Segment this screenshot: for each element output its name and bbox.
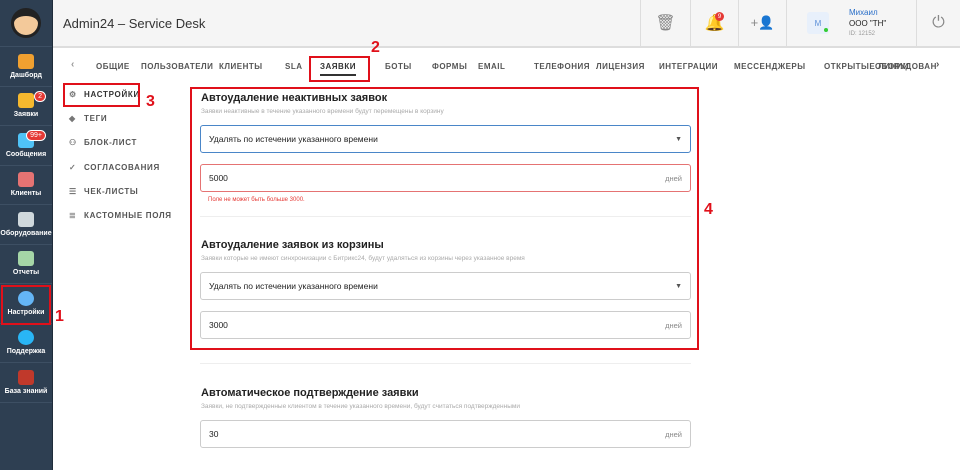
annotation-label-3: 3 <box>146 93 155 110</box>
user-id: ID: 12152 <box>849 30 876 37</box>
annotation-label-1: 1 <box>55 308 64 325</box>
tab-13[interactable]: ОБОРУДОВАН <box>875 62 937 71</box>
days-input[interactable]: 30 дней <box>200 420 691 448</box>
user-company: ООО "ТН" <box>849 18 887 28</box>
logout-icon: ⏻ <box>932 14 945 31</box>
tab-3[interactable]: SLA <box>285 62 303 71</box>
subnav-label: ТЕГИ <box>84 114 108 124</box>
sidebar-item-4[interactable]: Оборудование <box>0 205 52 245</box>
sidebar-item-label: Клиенты <box>10 190 42 198</box>
tabs-prev-button[interactable]: ‹ <box>71 59 75 70</box>
notifications-badge: 9 <box>715 12 724 21</box>
sidebar-item-2[interactable]: Сообщения 99+ <box>0 126 52 166</box>
tab-10[interactable]: ИНТЕГРАЦИИ <box>659 62 718 71</box>
annotation-label-2: 2 <box>371 39 380 56</box>
tab-6[interactable]: ФОРМЫ <box>432 62 467 71</box>
sidebar-item-label: Отчеты <box>12 269 40 277</box>
subnav-item-5[interactable]: ≣ КАСТОМНЫЕ ПОЛЯ <box>63 211 172 220</box>
custom-fields-icon: ≣ <box>69 211 77 220</box>
user-profile[interactable]: M Михаил ООО "ТН" ID: 12152 <box>786 0 916 46</box>
subnav-item-2[interactable]: ⚇ БЛОК-ЛИСТ <box>63 138 137 147</box>
divider <box>200 363 691 364</box>
unit-label: дней <box>665 429 682 439</box>
annotation-box-4 <box>190 87 699 350</box>
avatar-face-icon <box>11 8 41 38</box>
user-avatar: M <box>807 12 829 34</box>
checklist-icon: ☰ <box>69 186 77 196</box>
dashboard-icon <box>18 53 34 69</box>
add-user-icon: +👤 <box>750 15 775 30</box>
tab-8[interactable]: ТЕЛЕФОНИЯ <box>534 62 590 71</box>
sidebar-item-7[interactable]: Поддержка <box>0 324 52 363</box>
annotation-box-1 <box>1 285 51 325</box>
help-icon <box>18 330 34 346</box>
sidebar-item-label: Заявки <box>13 111 39 119</box>
subnav-item-4[interactable]: ☰ ЧЕК-ЛИСТЫ <box>63 187 138 196</box>
tab-11[interactable]: МЕССЕНДЖЕРЫ <box>734 62 806 71</box>
block-list-icon: ⚇ <box>69 138 77 148</box>
equipment-icon <box>18 211 34 227</box>
logo-avatar[interactable] <box>0 0 52 47</box>
app-title: Admin24 – Service Desk <box>63 16 206 31</box>
section-title: Автоматическое подтверждение заявки <box>201 387 419 399</box>
tab-1[interactable]: ПОЛЬЗОВАТЕЛИ <box>141 62 213 71</box>
subnav-item-1[interactable]: ◆ ТЕГИ <box>63 114 107 123</box>
sidebar-item-label: Поддержка <box>6 348 46 356</box>
subnav-label: СОГЛАСОВАНИЯ <box>84 162 160 172</box>
annotation-box-2 <box>309 56 370 82</box>
sidebar: Дашборд Заявки 2 Сообщения 99+ Клиенты Оборудо… <box>0 0 53 470</box>
approval-icon: ✓ <box>69 162 77 172</box>
user-name[interactable]: Михаил <box>849 7 886 18</box>
add-user-button[interactable]: +👤 <box>738 0 786 46</box>
tag-icon: ◆ <box>69 114 76 124</box>
subnav-label: ЧЕК-ЛИСТЫ <box>84 186 139 196</box>
megaphone-icon <box>18 93 34 109</box>
tab-5[interactable]: БОТЫ <box>385 62 412 71</box>
sidebar-item-label: Оборудование <box>0 229 52 237</box>
section-description: Заявки, не подтвержденные клиентом в теч… <box>201 403 520 410</box>
tab-7[interactable]: EMAIL <box>478 62 505 71</box>
logout-button[interactable]: ⏻ <box>916 0 960 46</box>
subnav-item-3[interactable]: ✓ СОГЛАСОВАНИЯ <box>63 163 160 172</box>
clients-icon <box>18 172 34 188</box>
sidebar-item-label: Сообщения <box>5 150 47 158</box>
book-icon <box>18 369 34 385</box>
online-status-icon <box>824 28 828 32</box>
sidebar-badge: 99+ <box>26 130 46 141</box>
tab-0[interactable]: ОБЩИЕ <box>96 62 130 71</box>
tab-9[interactable]: ЛИЦЕНЗИЯ <box>596 62 645 71</box>
sidebar-item-label: Дашборд <box>10 71 42 79</box>
notifications-button[interactable]: 🔔 9 <box>690 0 738 46</box>
settings-tabs: ‹ ОБЩИЕ ПОЛЬЗОВАТЕЛИ КЛИЕНТЫ SLA ЗАЯВКИ БОТЫ Ф… <box>53 58 960 78</box>
sidebar-item-0[interactable]: Дашборд <box>0 47 52 87</box>
sidebar-item-8[interactable]: База знаний <box>0 363 52 403</box>
reports-icon <box>18 251 34 267</box>
annotation-box-3 <box>63 83 140 107</box>
sidebar-item-5[interactable]: Отчеты <box>0 245 52 284</box>
sidebar-item-1[interactable]: Заявки 2 <box>0 87 52 126</box>
subnav-label: КАСТОМНЫЕ ПОЛЯ <box>84 211 172 220</box>
sidebar-item-label: База знаний <box>4 387 48 395</box>
trash-icon: 🗑 <box>655 15 676 32</box>
tabs-next-button[interactable]: › <box>936 59 940 70</box>
header: Admin24 – Service Desk 🗑 🔔 9 +👤 M Михаил … <box>53 0 960 48</box>
sidebar-item-3[interactable]: Клиенты <box>0 166 52 205</box>
annotation-label-4: 4 <box>704 201 713 218</box>
sidebar-badge: 2 <box>34 90 46 102</box>
trash-button[interactable]: 🗑 <box>640 0 690 46</box>
subnav-label: БЛОК-ЛИСТ <box>84 138 138 148</box>
tab-2[interactable]: КЛИЕНТЫ <box>219 62 263 71</box>
